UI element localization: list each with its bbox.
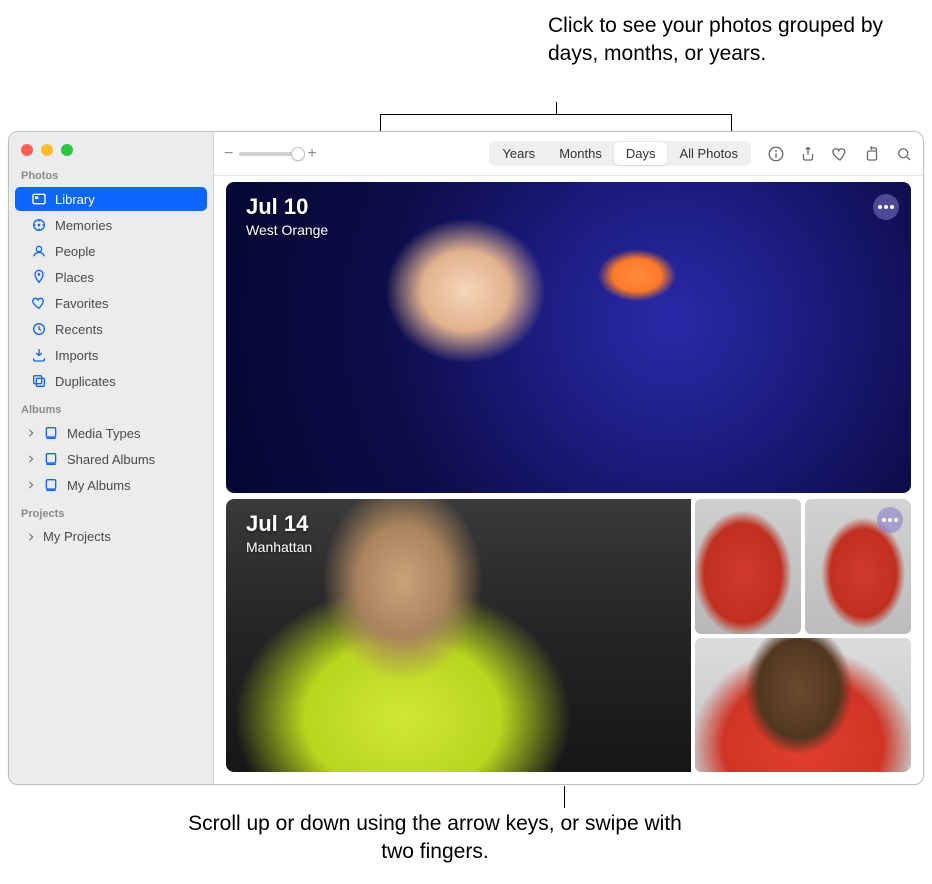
section-title-projects: Projects — [9, 498, 213, 524]
info-icon[interactable] — [767, 145, 785, 163]
section-title-albums: Albums — [9, 394, 213, 420]
sidebar-item-label: Library — [55, 192, 197, 207]
chevron-right-icon — [27, 429, 35, 437]
callout-connector — [564, 786, 565, 808]
sidebar-item-label: Favorites — [55, 296, 197, 311]
sidebar-item-imports[interactable]: Imports — [15, 343, 207, 367]
album-icon — [43, 477, 59, 493]
main-area: − + Years Months Days All Photos — [214, 132, 923, 784]
photo-thumbnail[interactable] — [695, 499, 801, 633]
segment-years[interactable]: Years — [490, 142, 547, 165]
chevron-right-icon — [27, 481, 35, 489]
sidebar-item-label: Recents — [55, 322, 197, 337]
day-group[interactable]: Jul 14 Manhattan — [226, 499, 911, 772]
day-label: Jul 14 Manhattan — [246, 511, 312, 555]
album-icon — [43, 425, 59, 441]
section-title-photos: Photos — [9, 160, 213, 186]
segment-all-photos[interactable]: All Photos — [667, 142, 750, 165]
sidebar-item-my-albums[interactable]: My Albums — [15, 473, 207, 497]
segment-months[interactable]: Months — [547, 142, 614, 165]
places-icon — [31, 269, 47, 285]
sidebar-item-memories[interactable]: Memories — [15, 213, 207, 237]
zoom-slider-knob[interactable] — [291, 147, 305, 161]
callout-top: Click to see your photos grouped by days… — [548, 12, 932, 69]
share-icon[interactable] — [799, 145, 817, 163]
sidebar-item-recents[interactable]: Recents — [15, 317, 207, 341]
day-date: Jul 10 — [246, 194, 328, 220]
chevron-right-icon — [27, 533, 35, 541]
segment-days[interactable]: Days — [614, 142, 668, 165]
photo-grid[interactable]: Jul 10 West Orange — [214, 176, 923, 784]
sidebar-item-label: My Projects — [43, 529, 197, 544]
day-place: West Orange — [246, 222, 328, 238]
sidebar-item-media-types[interactable]: Media Types — [15, 421, 207, 445]
more-button[interactable] — [873, 194, 899, 220]
clock-icon — [31, 321, 47, 337]
sidebar-item-people[interactable]: People — [15, 239, 207, 263]
zoom-in-icon[interactable]: + — [307, 145, 316, 163]
day-date: Jul 14 — [246, 511, 312, 537]
day-label: Jul 10 West Orange — [246, 194, 328, 238]
memories-icon — [31, 217, 47, 233]
sidebar: Photos Library Memories People Places Fa… — [9, 132, 214, 784]
callout-connector — [556, 102, 557, 114]
duplicates-icon — [31, 373, 47, 389]
toolbar-actions — [767, 145, 913, 163]
close-button[interactable] — [21, 144, 33, 156]
people-icon — [31, 243, 47, 259]
window-controls — [9, 132, 213, 160]
sidebar-item-library[interactable]: Library — [15, 187, 207, 211]
library-icon — [31, 191, 47, 207]
sidebar-item-shared-albums[interactable]: Shared Albums — [15, 447, 207, 471]
minimize-button[interactable] — [41, 144, 53, 156]
search-icon[interactable] — [895, 145, 913, 163]
album-icon — [43, 451, 59, 467]
app-window: Photos Library Memories People Places Fa… — [8, 131, 924, 785]
thumbnail-column — [695, 499, 911, 772]
sidebar-item-label: Shared Albums — [67, 452, 197, 467]
photo-thumbnail[interactable] — [805, 499, 911, 633]
callout-bottom: Scroll up or down using the arrow keys, … — [185, 810, 685, 867]
sidebar-item-label: People — [55, 244, 197, 259]
sidebar-item-label: My Albums — [67, 478, 197, 493]
sidebar-item-label: Media Types — [67, 426, 197, 441]
favorite-icon[interactable] — [831, 145, 849, 163]
heart-icon — [31, 295, 47, 311]
sidebar-item-places[interactable]: Places — [15, 265, 207, 289]
sidebar-item-label: Places — [55, 270, 197, 285]
zoom-out-icon[interactable]: − — [224, 145, 233, 163]
toolbar: − + Years Months Days All Photos — [214, 132, 923, 176]
sidebar-item-favorites[interactable]: Favorites — [15, 291, 207, 315]
day-group[interactable]: Jul 10 West Orange — [226, 182, 911, 493]
zoom-control[interactable]: − + — [224, 145, 317, 163]
photo-thumbnail[interactable] — [695, 638, 911, 772]
fullscreen-button[interactable] — [61, 144, 73, 156]
zoom-slider[interactable] — [239, 152, 301, 156]
view-segmented-control: Years Months Days All Photos — [489, 141, 751, 166]
chevron-right-icon — [27, 455, 35, 463]
sidebar-item-label: Imports — [55, 348, 197, 363]
day-place: Manhattan — [246, 539, 312, 555]
rotate-icon[interactable] — [863, 145, 881, 163]
more-button[interactable] — [877, 507, 903, 533]
import-icon — [31, 347, 47, 363]
sidebar-item-my-projects[interactable]: My Projects — [15, 525, 207, 548]
sidebar-item-label: Memories — [55, 218, 197, 233]
sidebar-item-duplicates[interactable]: Duplicates — [15, 369, 207, 393]
sidebar-item-label: Duplicates — [55, 374, 197, 389]
photo-thumbnail[interactable] — [226, 182, 911, 493]
